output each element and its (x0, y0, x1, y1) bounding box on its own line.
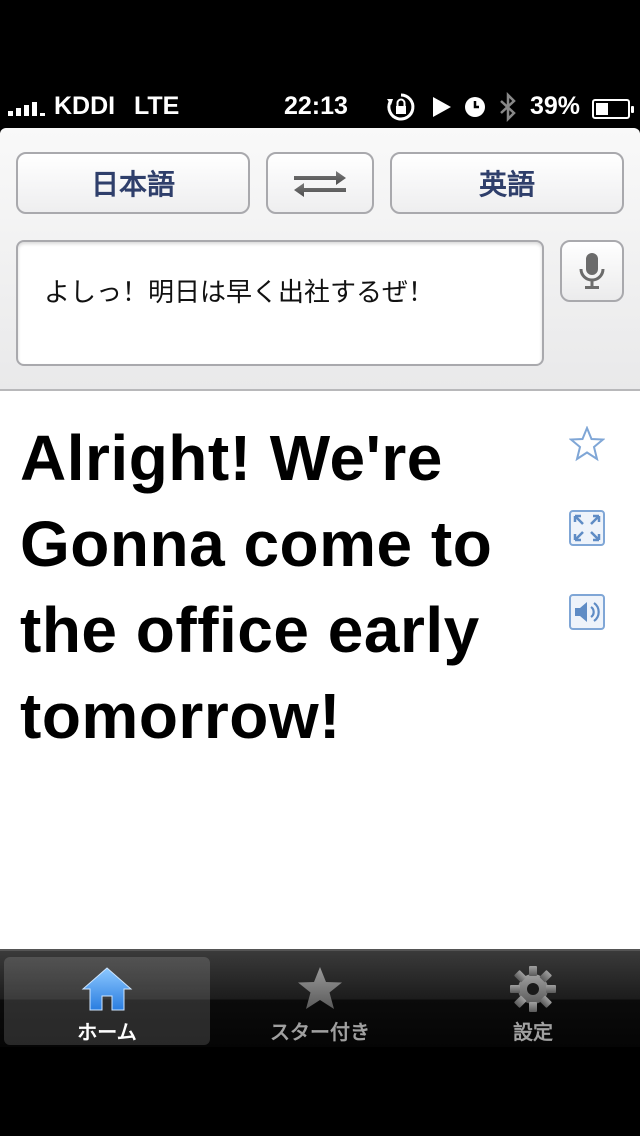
source-text: よしっ！明日は早く出社するぜ！ (44, 278, 435, 308)
clock: 22:13 (284, 92, 348, 120)
source-text-input[interactable]: よしっ！明日は早く出社するぜ！ (16, 240, 544, 366)
tab-starred[interactable]: スター付き (217, 957, 423, 1045)
microphone-icon (579, 253, 605, 289)
status-bar: KDDI LTE 22:13 39% (0, 0, 640, 128)
speaker-icon (569, 594, 605, 630)
fullscreen-button[interactable] (568, 509, 606, 547)
bottom-area (0, 1047, 640, 1136)
speak-button[interactable] (568, 593, 606, 631)
translated-text: Alright! We're Gonna come to the office … (20, 422, 493, 752)
target-language-button[interactable]: 英語 (390, 152, 624, 214)
gear-icon (510, 965, 556, 1012)
tab-home[interactable]: ホーム (4, 957, 210, 1045)
battery-percent: 39% (530, 92, 581, 120)
network-label: LTE (134, 92, 180, 120)
tab-settings[interactable]: 設定 (430, 957, 636, 1045)
voice-input-button[interactable] (560, 240, 624, 302)
source-language-button[interactable]: 日本語 (16, 152, 250, 214)
tab-starred-label: スター付き (270, 1020, 370, 1044)
signal-icon (8, 100, 45, 116)
play-icon (430, 92, 454, 122)
carrier-label: KDDI (54, 92, 116, 120)
swap-languages-button[interactable] (266, 152, 374, 214)
tab-home-label: ホーム (77, 1020, 137, 1044)
home-icon (81, 966, 133, 1010)
bluetooth-icon (496, 92, 520, 122)
star-icon (569, 426, 605, 462)
tab-bar: ホーム スター付き 設定 (0, 949, 640, 1047)
fullscreen-icon (569, 510, 605, 546)
battery-icon (592, 99, 634, 119)
rotation-lock-icon (384, 92, 418, 122)
translation-input-panel: 日本語 英語 よしっ！明日は早く出社するぜ！ (0, 128, 640, 391)
alarm-icon (462, 92, 488, 122)
star-icon (298, 966, 342, 1009)
battery-fill (596, 103, 608, 115)
translation-result-area: Alright! We're Gonna come to the office … (0, 391, 640, 949)
swap-arrows-icon (294, 171, 346, 197)
tab-settings-label: 設定 (513, 1020, 553, 1044)
star-button[interactable] (568, 425, 606, 463)
